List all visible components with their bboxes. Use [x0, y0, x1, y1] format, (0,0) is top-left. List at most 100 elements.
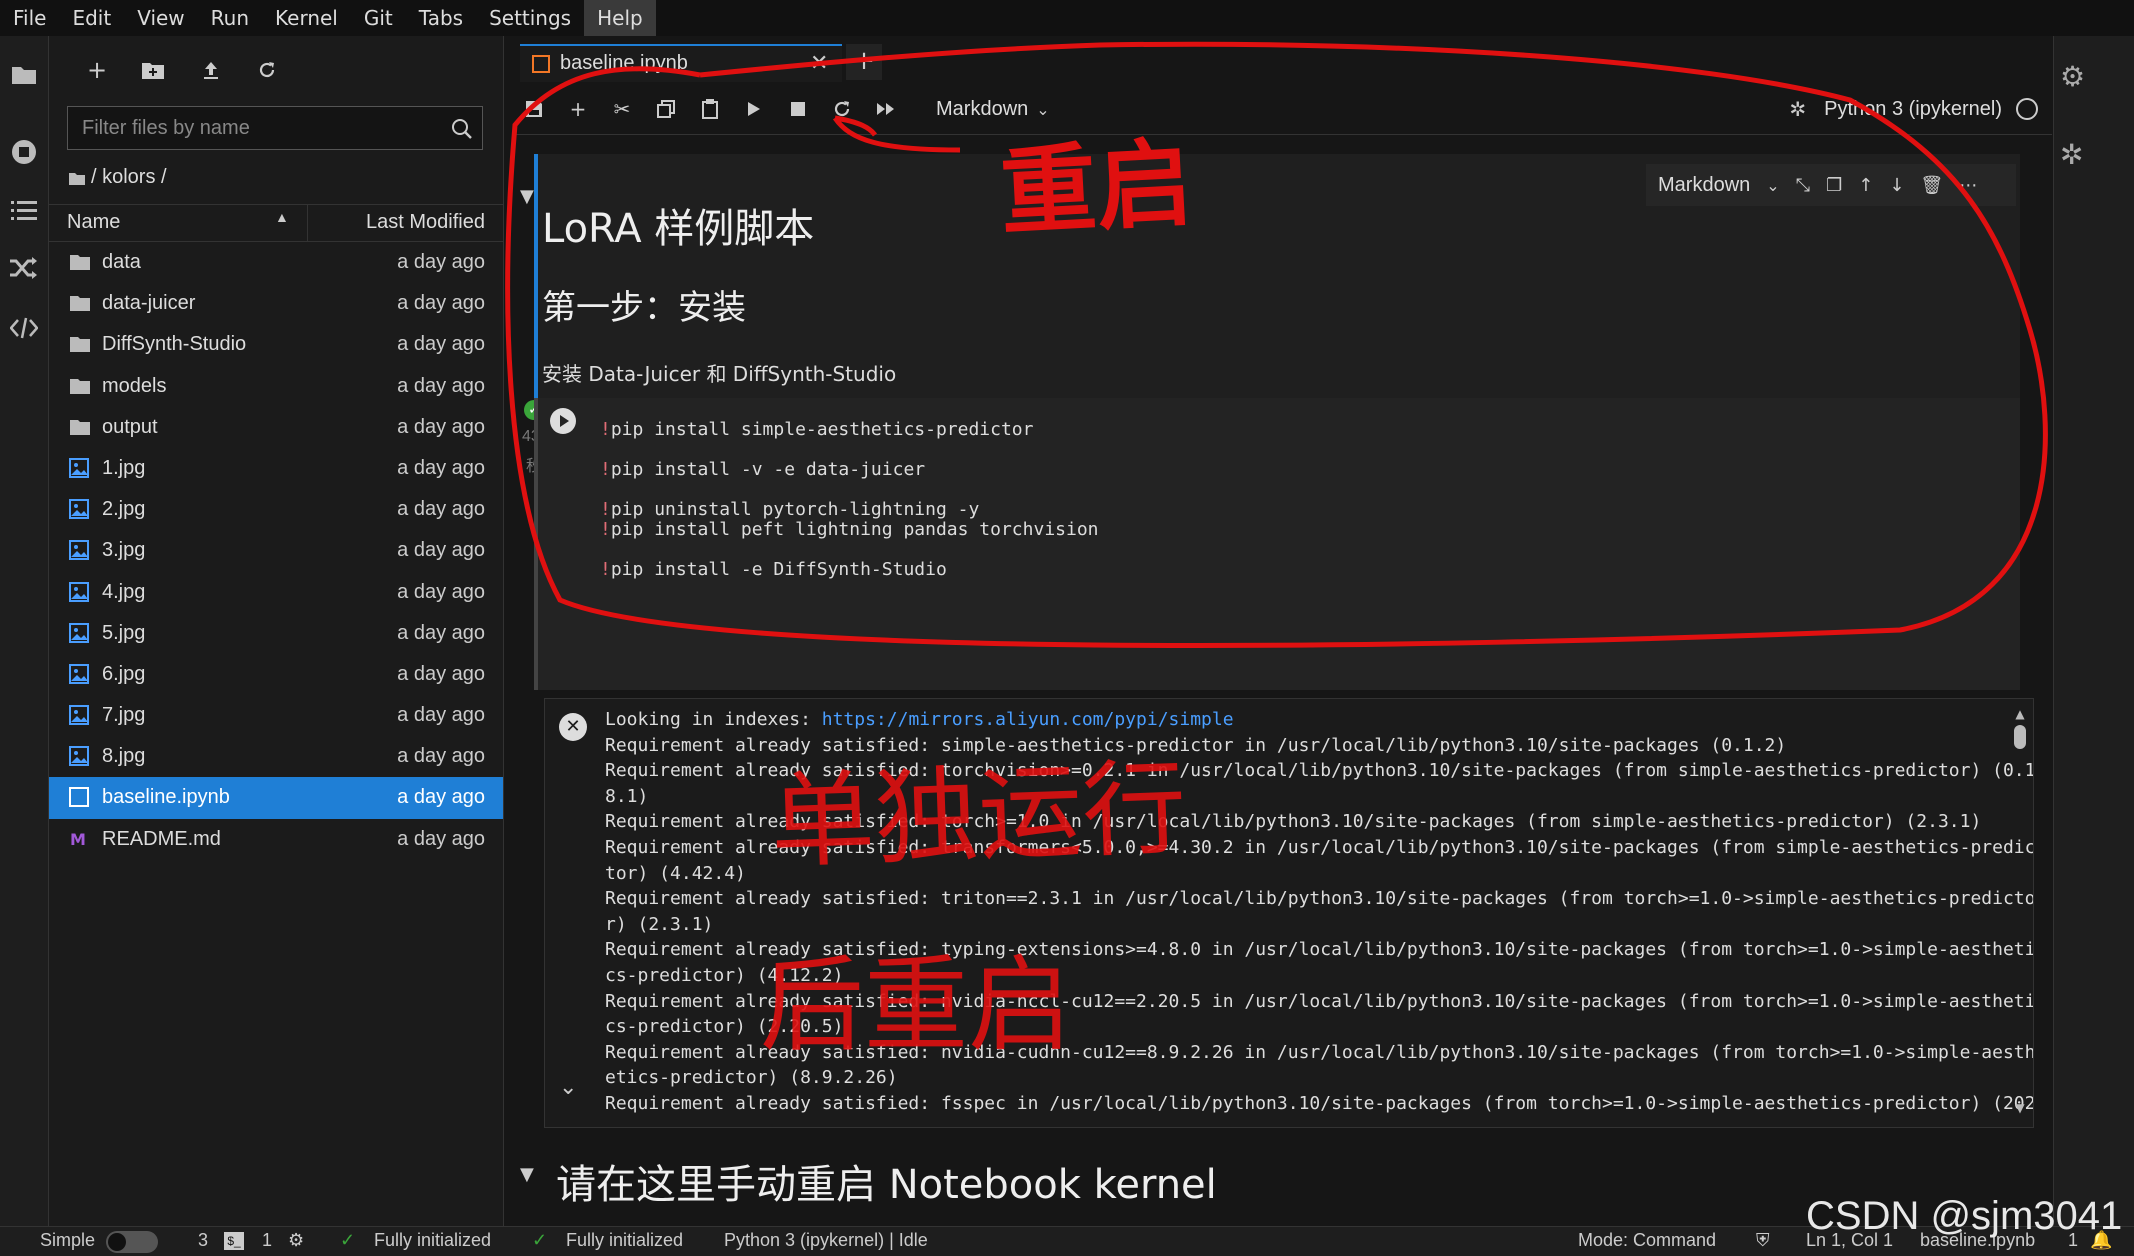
collapse-icon[interactable]: ⤡	[1796, 175, 1810, 196]
cpu-icon[interactable]: ⚙	[288, 1230, 304, 1251]
file-row[interactable]: models a day ago	[49, 366, 503, 407]
code-editor[interactable]: !pip install simple-aesthetics-predictor…	[600, 416, 1099, 580]
run-icon[interactable]	[732, 87, 776, 131]
more-icon[interactable]: ⋯	[1959, 175, 1977, 196]
filter-files-input[interactable]	[67, 106, 483, 150]
file-name: 7.jpg	[102, 704, 146, 727]
file-list-header: Name ▲ Last Modified	[49, 204, 503, 242]
paste-icon[interactable]	[688, 87, 732, 131]
upload-icon[interactable]	[193, 52, 229, 88]
restart-kernel-icon[interactable]	[820, 87, 864, 131]
menu-settings[interactable]: Settings	[476, 0, 584, 36]
running-icon[interactable]	[6, 134, 42, 170]
file-modified: a day ago	[397, 827, 485, 850]
file-row[interactable]: 3.jpg a day ago	[49, 530, 503, 571]
duplicate-icon[interactable]: ❐	[1826, 175, 1842, 196]
toc-icon[interactable]	[6, 192, 42, 228]
annotation-run-alone-text: 单独运行	[768, 746, 1189, 884]
menu-tabs[interactable]: Tabs	[406, 0, 476, 36]
file-row[interactable]: 1.jpg a day ago	[49, 448, 503, 489]
cut-icon[interactable]: ✂	[600, 87, 644, 131]
file-row[interactable]: M README.md a day ago	[49, 819, 503, 860]
file-row[interactable]: baseline.ipynb a day ago	[49, 777, 503, 819]
code-icon[interactable]	[6, 310, 42, 346]
insert-cell-icon[interactable]: +	[556, 87, 600, 131]
folder-icon	[69, 417, 91, 437]
image-icon	[69, 540, 91, 561]
menu-run[interactable]: Run	[198, 0, 262, 36]
stop-icon[interactable]	[776, 87, 820, 131]
md-paragraph: 安装 Data-Juicer 和 DiffSynth-Studio	[542, 362, 897, 386]
file-row[interactable]: DiffSynth-Studio a day ago	[49, 324, 503, 365]
new-folder-icon[interactable]	[135, 52, 171, 88]
file-row[interactable]: data-juicer a day ago	[49, 283, 503, 324]
kernel-status[interactable]: Python 3 (ipykernel) | Idle	[724, 1230, 928, 1251]
debugger-icon[interactable]: ✲	[2060, 138, 2083, 171]
folder-icon	[69, 293, 91, 313]
code-cell[interactable]: !pip install simple-aesthetics-predictor…	[534, 398, 2020, 690]
menu-edit[interactable]: Edit	[59, 0, 124, 36]
annotation-restart-text: 重启	[997, 127, 1196, 249]
name-column-header[interactable]: Name	[67, 211, 120, 234]
tab-baseline-notebook[interactable]: baseline.ipynb ✕	[520, 44, 842, 82]
sort-asc-icon: ▲	[275, 209, 289, 225]
file-row[interactable]: 5.jpg a day ago	[49, 613, 503, 654]
simple-mode-toggle[interactable]	[106, 1231, 158, 1253]
file-row[interactable]: 7.jpg a day ago	[49, 695, 503, 736]
menu-file[interactable]: File	[0, 0, 59, 36]
file-modified: a day ago	[397, 621, 485, 644]
expand-output-icon[interactable]: ⌄	[559, 1075, 577, 1100]
file-name: 6.jpg	[102, 662, 146, 685]
markdown-cell[interactable]: LoRA 样例脚本 第一步：安装 安装 Data-Juicer 和 DiffSy…	[534, 154, 2020, 412]
file-name: data	[102, 251, 141, 273]
shuffle-icon[interactable]	[6, 250, 42, 286]
collapse-caret-icon[interactable]: ▼	[520, 186, 534, 207]
breadcrumb[interactable]: / kolors /	[69, 166, 167, 189]
terminal-icon[interactable]: $_	[224, 1232, 244, 1250]
new-tab-icon[interactable]: +	[846, 44, 882, 80]
delete-icon[interactable]: 🗑	[1920, 175, 1943, 196]
watermark: CSDN @sjm3041	[1806, 1194, 2123, 1238]
new-launcher-icon[interactable]: +	[79, 52, 115, 88]
mode-toggle-label: Simple	[40, 1230, 96, 1250]
notebook-icon	[69, 787, 91, 808]
md-heading-restart: 请在这里手动重启 Notebook kernel	[556, 1162, 1217, 1208]
file-row[interactable]: 6.jpg a day ago	[49, 654, 503, 695]
tab-title: baseline.ipynb	[560, 52, 688, 74]
file-name: 3.jpg	[102, 539, 146, 562]
move-up-icon[interactable]: ↑	[1858, 175, 1873, 196]
file-modified: a day ago	[397, 539, 485, 562]
file-modified: a day ago	[397, 251, 485, 273]
menu-git[interactable]: Git	[351, 0, 406, 36]
file-row[interactable]: data a day ago	[49, 242, 503, 283]
file-row[interactable]: 8.jpg a day ago	[49, 736, 503, 777]
output-scrollbar[interactable]: ▲ ▼	[2013, 707, 2027, 1115]
refresh-icon[interactable]	[249, 52, 285, 88]
menu-help[interactable]: Help	[584, 0, 656, 36]
folder-icon	[69, 376, 91, 396]
shield-icon[interactable]: ⛨	[1756, 1230, 1770, 1251]
file-list: data a day ago data-juicer a day ago DiffSyn…	[49, 242, 503, 860]
close-tab-icon[interactable]: ✕	[810, 50, 828, 76]
run-cell-icon[interactable]	[550, 408, 576, 434]
modified-column-header[interactable]: Last Modified	[366, 211, 485, 234]
restart-run-all-icon[interactable]	[864, 87, 908, 131]
bug-icon[interactable]: ✲	[1789, 97, 1806, 121]
file-row[interactable]: output a day ago	[49, 407, 503, 448]
kernel-name[interactable]: Python 3 (ipykernel)	[1824, 98, 2002, 121]
cell-toolbar-type[interactable]: Markdown	[1658, 174, 1750, 197]
property-inspector-icon[interactable]: ⚙	[2060, 60, 2085, 93]
move-down-icon[interactable]: ↓	[1889, 175, 1904, 196]
save-icon[interactable]	[512, 87, 556, 131]
menu-kernel[interactable]: Kernel	[262, 0, 351, 36]
copy-icon[interactable]	[644, 87, 688, 131]
collapse-caret-icon[interactable]: ▼	[520, 1164, 534, 1185]
breadcrumb-path[interactable]: / kolors /	[91, 166, 167, 189]
file-row[interactable]: 4.jpg a day ago	[49, 572, 503, 613]
folder-icon[interactable]	[6, 56, 42, 92]
menu-view[interactable]: View	[124, 0, 197, 36]
clear-output-icon[interactable]: ✕	[559, 713, 587, 741]
file-row[interactable]: 2.jpg a day ago	[49, 489, 503, 530]
file-modified: a day ago	[397, 786, 485, 809]
git-check-icon: ✓	[532, 1230, 548, 1250]
